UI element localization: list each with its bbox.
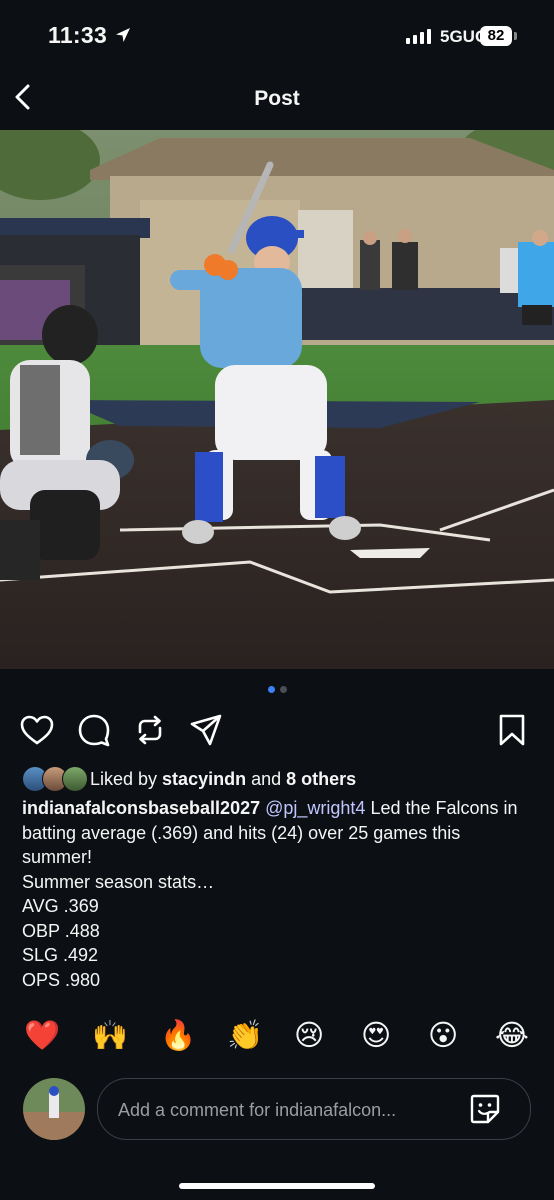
like-heart-icon[interactable] bbox=[19, 712, 55, 748]
carousel-indicator bbox=[0, 686, 554, 693]
home-indicator[interactable] bbox=[179, 1183, 375, 1189]
reaction-heart-eyes[interactable]: 😍 bbox=[361, 1018, 391, 1054]
save-bookmark-icon[interactable] bbox=[494, 712, 530, 748]
liked-user-link[interactable]: stacyindn bbox=[162, 769, 246, 789]
liked-by-text: Liked by stacyindn and 8 others bbox=[90, 769, 356, 790]
cellular-signal-icon bbox=[406, 29, 431, 44]
status-bar: 11:33 5GUC 82 bbox=[0, 0, 554, 70]
post-image[interactable] bbox=[0, 130, 554, 669]
location-arrow-icon bbox=[116, 28, 130, 42]
comment-field[interactable] bbox=[97, 1078, 531, 1141]
post-caption: indianafalconsbaseball2027 @pj_wright4 L… bbox=[22, 796, 532, 992]
caption-username[interactable]: indianafalconsbaseball2027 bbox=[22, 798, 260, 818]
liked-by-row[interactable]: Liked by stacyindn and 8 others bbox=[22, 766, 356, 792]
sticker-icon[interactable] bbox=[468, 1092, 502, 1126]
reaction-laughing[interactable]: 😂 bbox=[495, 1018, 529, 1054]
comment-bubble-icon[interactable] bbox=[76, 712, 112, 748]
reaction-clap[interactable]: 👏 bbox=[227, 1018, 263, 1054]
status-time: 11:33 bbox=[48, 22, 108, 48]
avatar-image bbox=[23, 1078, 85, 1140]
caption-line: AVG .369 bbox=[22, 896, 99, 916]
caption-line: OBP .488 bbox=[22, 920, 100, 941]
carousel-dot bbox=[279, 686, 287, 693]
liker-avatars bbox=[22, 766, 88, 792]
caption-main: indianafalconsbaseball2027 @pj_wright4 L… bbox=[22, 796, 532, 870]
caption-line: SLG .492 bbox=[22, 945, 99, 965]
liked-others-link[interactable]: 8 others bbox=[286, 769, 356, 789]
liked-mid: and bbox=[246, 768, 287, 789]
caption-line: Summer season stats… bbox=[22, 871, 215, 892]
reaction-crying[interactable]: 😢 bbox=[294, 1018, 324, 1054]
page-title: Post bbox=[254, 87, 300, 110]
caption-line: OPS .980 bbox=[22, 969, 101, 990]
share-paper-plane-icon[interactable] bbox=[188, 712, 224, 748]
reaction-raised-hands[interactable]: 🙌 bbox=[92, 1018, 128, 1054]
post-header: Post bbox=[0, 70, 554, 128]
caption-mention[interactable]: @pj_wright4 bbox=[265, 798, 365, 818]
reaction-heart[interactable]: ❤️ bbox=[24, 1018, 60, 1054]
liker-avatar bbox=[62, 766, 88, 792]
battery-cap bbox=[514, 32, 517, 40]
repost-icon[interactable] bbox=[132, 712, 168, 748]
quick-reactions: ❤️ 🙌 🔥 👏 😢 😍 😮 😂 bbox=[0, 1018, 554, 1058]
baseball-batter-photo bbox=[0, 130, 554, 669]
carousel-dot-active bbox=[267, 686, 275, 693]
reaction-surprised[interactable]: 😮 bbox=[428, 1018, 458, 1054]
comment-input[interactable] bbox=[116, 1079, 450, 1141]
battery-icon: 82 bbox=[480, 26, 512, 46]
comment-composer bbox=[0, 1078, 554, 1141]
post-actions bbox=[0, 710, 554, 750]
avatar bbox=[23, 1078, 85, 1140]
liked-prefix: Liked by bbox=[90, 768, 163, 789]
reaction-fire[interactable]: 🔥 bbox=[160, 1018, 196, 1054]
